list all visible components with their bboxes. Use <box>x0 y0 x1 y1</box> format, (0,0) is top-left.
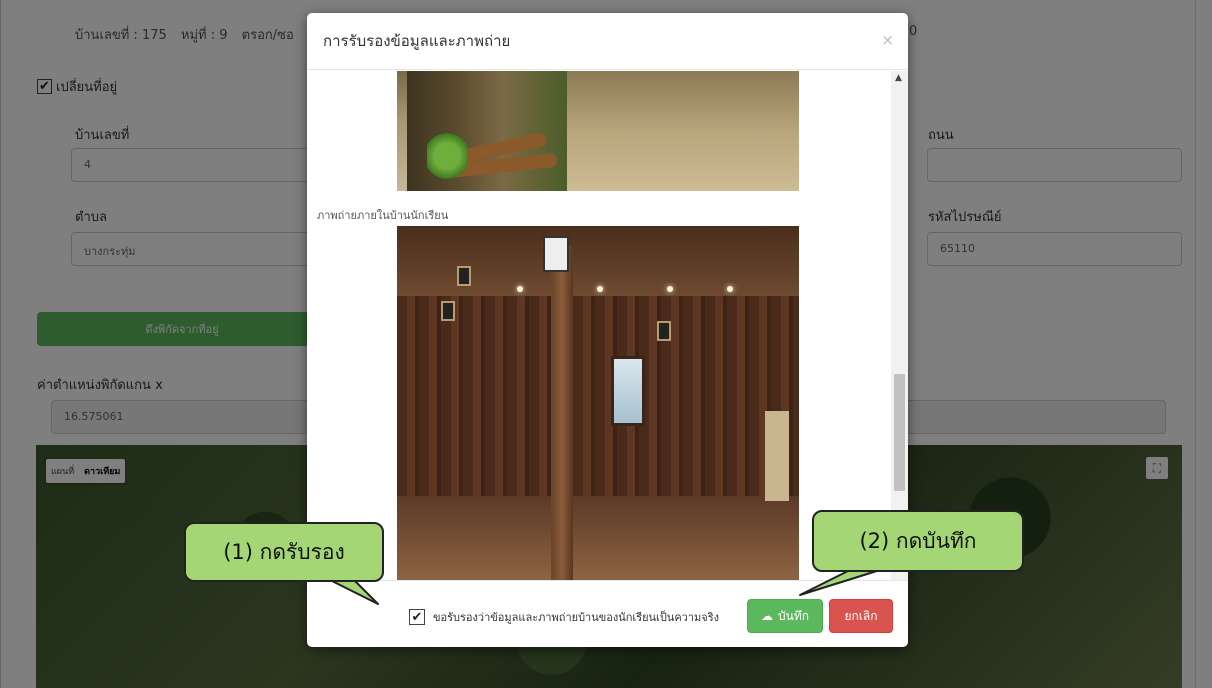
certify-label: ขอรับรองว่าข้อมูลและภาพถ่ายบ้านของนักเรี… <box>433 611 720 624</box>
certify-checkbox[interactable]: ✔ ขอรับรองว่าข้อมูลและภาพถ่ายบ้านของนักเ… <box>409 608 719 626</box>
callout-step-1: (1) กดรับรอง <box>184 522 384 582</box>
photo-floor <box>397 496 799 580</box>
save-label: บันทึก <box>778 608 809 623</box>
photo-plant <box>427 131 467 181</box>
outside-house-photo <box>397 71 799 191</box>
photo-ground <box>567 71 799 191</box>
photo-door <box>765 411 789 501</box>
cancel-button[interactable]: ยกเลิก <box>829 599 893 633</box>
scroll-up-icon[interactable]: ▲ <box>895 73 902 83</box>
photo-light <box>597 286 603 292</box>
photo-frame <box>441 301 455 321</box>
modal-title: การรับรองข้อมูลและภาพถ่าย <box>323 32 511 50</box>
photo-light <box>667 286 673 292</box>
photo-sign <box>543 236 569 272</box>
photo-cabinet <box>611 356 645 426</box>
close-icon[interactable]: × <box>881 31 894 49</box>
modal-body[interactable]: ภาพถ่ายภายในบ้านนักเรียน ▲ <box>307 71 908 580</box>
photo-light <box>517 286 523 292</box>
photo-light <box>727 286 733 292</box>
cloud-upload-icon: ☁ <box>761 609 773 623</box>
modal-footer: ✔ ขอรับรองว่าข้อมูลและภาพถ่ายบ้านของนักเ… <box>307 580 908 647</box>
photo-caption: ภาพถ่ายภายในบ้านนักเรียน <box>317 209 449 222</box>
modal-header: การรับรองข้อมูลและภาพถ่าย × <box>307 13 908 70</box>
photo-frame <box>657 321 671 341</box>
modal-scrollbar[interactable]: ▲ <box>891 71 908 580</box>
callout-step-2: (2) กดบันทึก <box>812 510 1024 572</box>
photo-frame <box>457 266 471 286</box>
photo-wall <box>397 296 799 496</box>
checkbox-checked-icon[interactable]: ✔ <box>409 609 425 625</box>
inside-house-photo <box>397 226 799 580</box>
save-button[interactable]: ☁ บันทึก <box>747 599 823 633</box>
photo-post <box>551 246 573 580</box>
scroll-thumb[interactable] <box>894 374 905 491</box>
